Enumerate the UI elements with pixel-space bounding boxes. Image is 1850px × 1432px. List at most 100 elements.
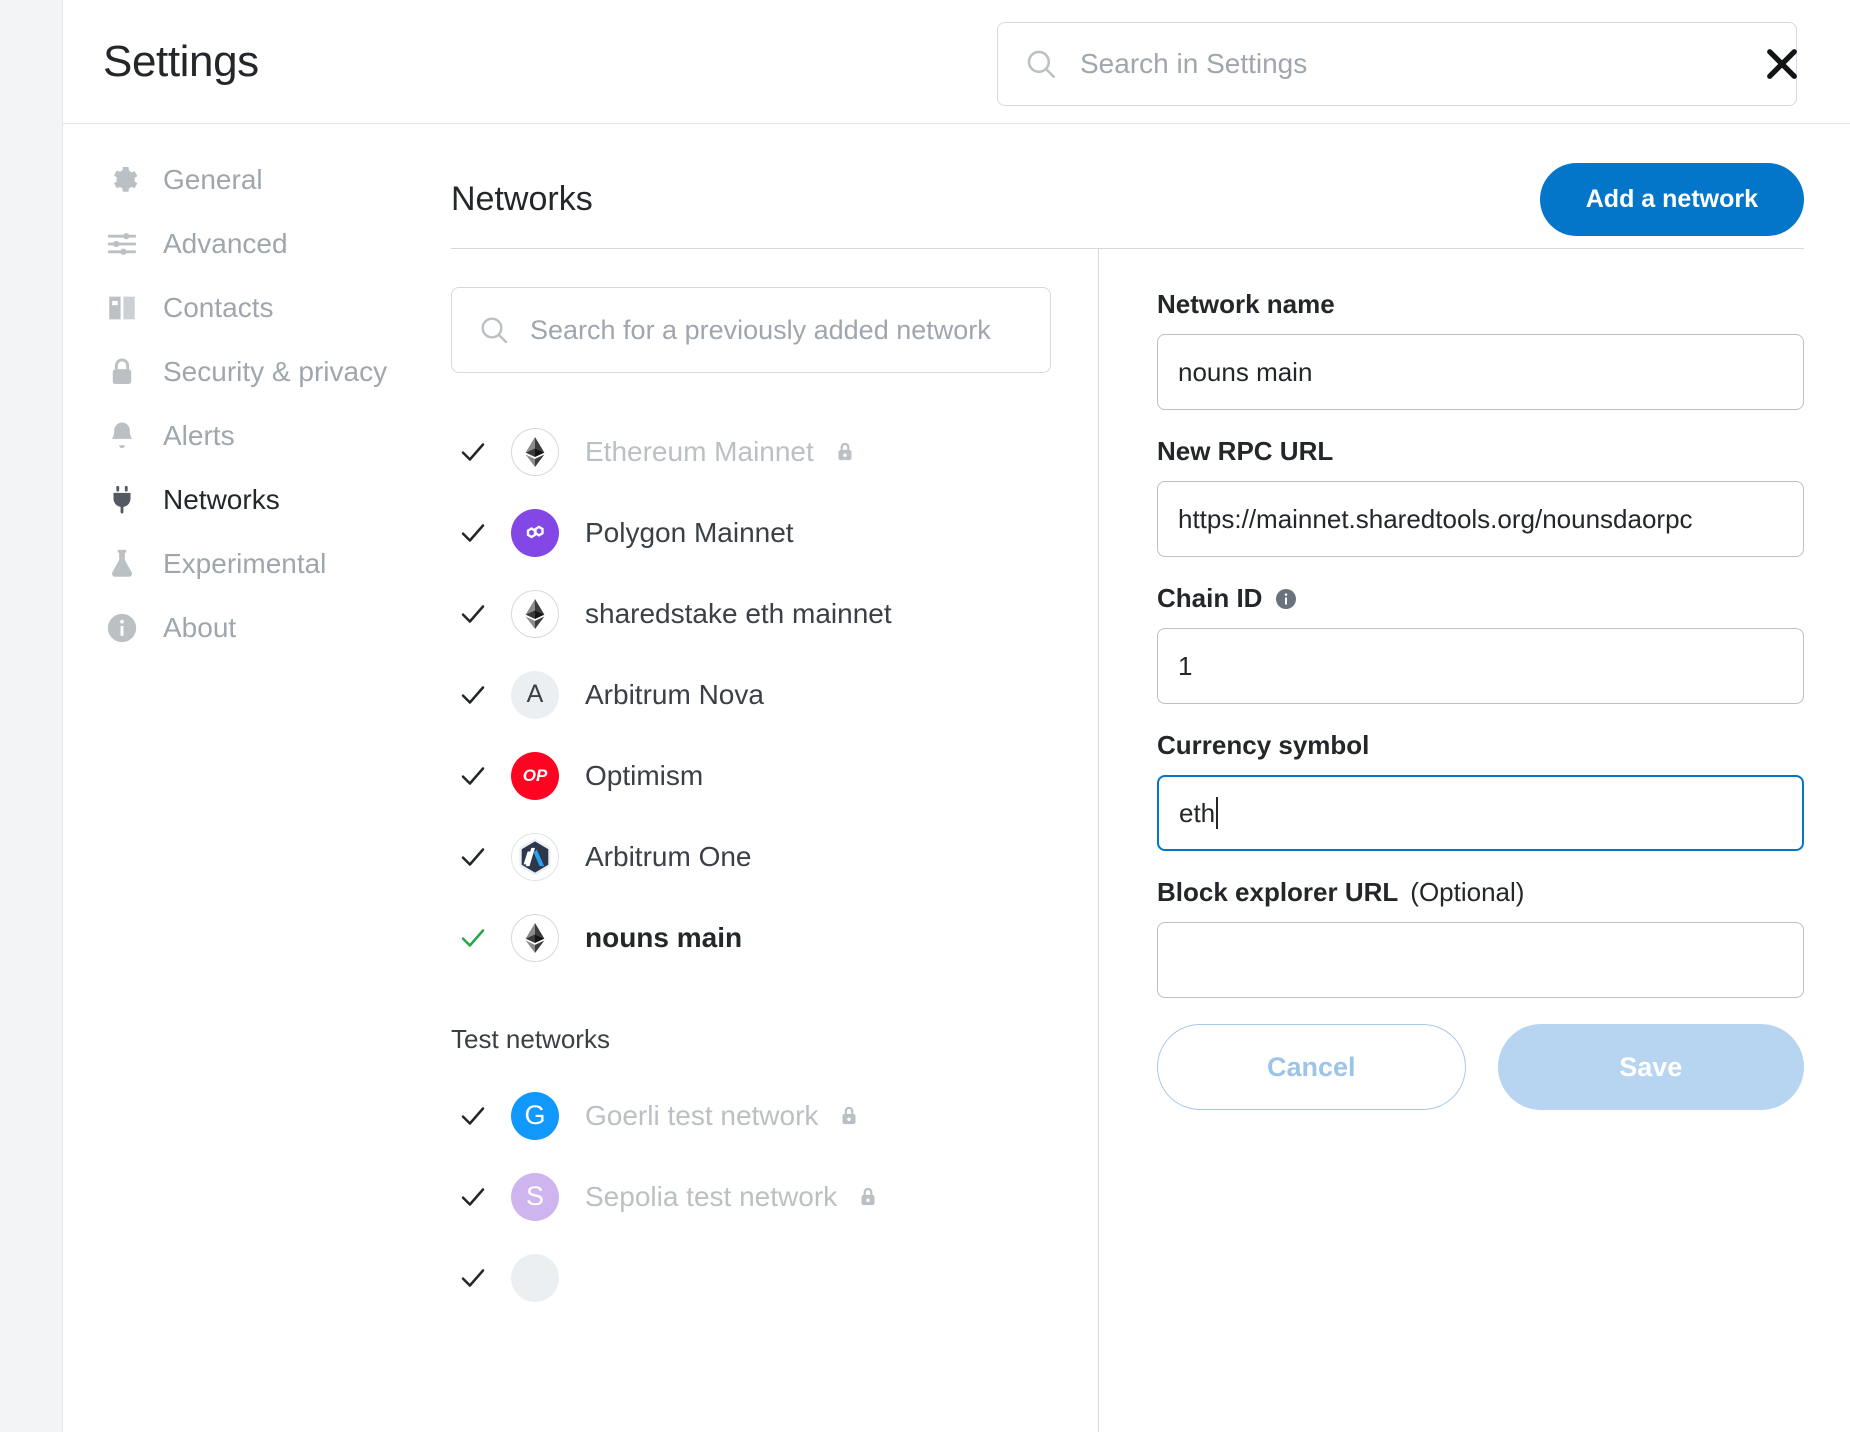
network-list-item-partial[interactable]: [451, 1237, 1054, 1318]
sidebar-item-about[interactable]: About: [63, 596, 393, 660]
network-list-item-sharedstake-eth-mainnet[interactable]: sharedstake eth mainnet: [451, 573, 1054, 654]
test-networks-label: Test networks: [451, 1024, 610, 1054]
sidebar-item-general[interactable]: General: [63, 148, 393, 212]
network-name: Polygon Mainnet: [585, 516, 794, 548]
network-name: Sepolia test network: [585, 1180, 838, 1212]
rpc-url-field[interactable]: https://mainnet.sharedtools.org/nounsdao…: [1157, 481, 1804, 557]
network-name: Arbitrum One: [585, 840, 752, 872]
network-list-item-sepolia-test-network[interactable]: S Sepolia test network: [451, 1156, 1054, 1237]
cancel-button[interactable]: Cancel: [1157, 1024, 1466, 1110]
lock-icon: [105, 355, 151, 389]
settings-window: Settings Search in Settings General Adva…: [62, 0, 1850, 1432]
settings-body: General Advanced Contacts Security & pri…: [63, 124, 1850, 1432]
sidebar-item-label: Security & privacy: [163, 356, 388, 388]
polygon-logo: [511, 508, 559, 557]
network-name: nouns main: [585, 921, 743, 953]
page-title: Settings: [103, 36, 259, 86]
lock-icon: [855, 1184, 881, 1210]
networks-header: Networks Add a network: [407, 124, 1850, 248]
network-list-item-optimism[interactable]: OP Optimism: [451, 735, 1054, 816]
network-search-placeholder: Search for a previously added network: [530, 314, 991, 345]
sidebar-item-experimental[interactable]: Experimental: [63, 532, 393, 596]
network-list-item-arbitrum-one[interactable]: Arbitrum One: [451, 816, 1054, 897]
sidebar-item-contacts[interactable]: Contacts: [63, 276, 393, 340]
sidebar-item-label: Alerts: [163, 420, 235, 452]
check-icon: [451, 1182, 495, 1212]
currency-symbol-field[interactable]: eth: [1157, 775, 1804, 851]
check-icon: [451, 599, 495, 629]
network-name: Ethereum Mainnet: [585, 435, 814, 467]
sidebar-item-advanced[interactable]: Advanced: [63, 212, 393, 276]
check-icon: [451, 680, 495, 710]
check-icon: [451, 1263, 495, 1293]
settings-search-placeholder: Search in Settings: [1080, 48, 1308, 79]
settings-search-input[interactable]: Search in Settings: [997, 22, 1797, 106]
networks-main: Networks Add a network Search for a prev…: [393, 124, 1850, 1432]
network-list-item-ethereum-mainnet[interactable]: Ethereum Mainnet: [451, 411, 1054, 492]
optimism-logo: OP: [511, 751, 559, 800]
check-icon-green: [451, 923, 495, 953]
sidebar-item-security-privacy[interactable]: Security & privacy: [63, 340, 393, 404]
check-icon: [451, 518, 495, 548]
settings-sidebar: General Advanced Contacts Security & pri…: [63, 124, 393, 1432]
block-explorer-field[interactable]: [1157, 922, 1804, 998]
ethereum-logo: [511, 427, 559, 476]
sidebar-item-alerts[interactable]: Alerts: [63, 404, 393, 468]
network-search-input[interactable]: Search for a previously added network: [451, 287, 1051, 373]
lock-icon: [836, 1103, 862, 1129]
plug-icon: [105, 483, 151, 517]
networks-title: Networks: [451, 179, 593, 218]
chain-id-label-row: Chain ID: [1157, 583, 1804, 614]
check-icon: [451, 761, 495, 791]
sidebar-item-networks[interactable]: Networks: [63, 468, 393, 532]
sidebar-item-label: General: [163, 164, 263, 196]
text-caret: [1216, 797, 1219, 829]
network-name-label: Network name: [1157, 289, 1335, 319]
gear-icon: [105, 163, 151, 197]
network-list-panel: Search for a previously added network Et…: [407, 249, 1099, 1432]
info-icon[interactable]: [1274, 587, 1298, 611]
network-name: Goerli test network: [585, 1099, 819, 1131]
bell-icon: [105, 419, 151, 453]
network-name: Optimism: [585, 759, 704, 791]
network-list-item-goerli-test-network[interactable]: G Goerli test network: [451, 1075, 1054, 1156]
network-name: sharedstake eth mainnet: [585, 597, 892, 629]
currency-symbol-label: Currency symbol: [1157, 730, 1370, 760]
block-explorer-label-row: Block explorer URL (Optional): [1157, 877, 1804, 908]
localhost-logo: [511, 1253, 559, 1302]
sepolia-logo: S: [511, 1172, 559, 1221]
sidebar-item-label: Experimental: [163, 548, 327, 580]
search-icon: [478, 314, 510, 346]
info-icon: [105, 611, 151, 645]
add-network-button[interactable]: Add a network: [1539, 162, 1804, 236]
rpc-url-label: New RPC URL: [1157, 436, 1334, 466]
settings-header: Settings Search in Settings: [63, 0, 1850, 124]
currency-symbol-value: eth: [1179, 797, 1216, 828]
networks-panels: Search for a previously added network Et…: [407, 249, 1850, 1432]
network-name: Arbitrum Nova: [585, 678, 764, 710]
flask-icon: [105, 547, 151, 581]
close-icon[interactable]: [1754, 36, 1810, 92]
save-button[interactable]: Save: [1497, 1024, 1804, 1110]
block-explorer-label: Block explorer URL: [1157, 877, 1399, 907]
goerli-logo: G: [511, 1091, 559, 1140]
search-icon: [1024, 47, 1058, 81]
ethereum-logo: [511, 589, 559, 638]
network-list-item-polygon-mainnet[interactable]: Polygon Mainnet: [451, 492, 1054, 573]
network-list-item-arbitrum-nova[interactable]: A Arbitrum Nova: [451, 654, 1054, 735]
ethereum-logo: [511, 913, 559, 962]
chain-id-field[interactable]: 1: [1157, 628, 1804, 704]
lock-icon: [832, 439, 858, 465]
book-icon: [105, 291, 151, 325]
sidebar-item-label: About: [163, 612, 237, 644]
network-name-field[interactable]: nouns main: [1157, 334, 1804, 410]
check-icon: [451, 842, 495, 872]
arbitrum-logo: [511, 832, 559, 881]
check-icon: [451, 437, 495, 467]
sliders-icon: [105, 227, 151, 261]
form-actions: Cancel Save: [1157, 1024, 1804, 1110]
sidebar-item-label: Networks: [163, 484, 280, 516]
network-list-item-nouns-main[interactable]: nouns main: [451, 897, 1054, 978]
sidebar-item-label: Contacts: [163, 292, 274, 324]
block-explorer-optional-text: (Optional): [1410, 877, 1525, 907]
